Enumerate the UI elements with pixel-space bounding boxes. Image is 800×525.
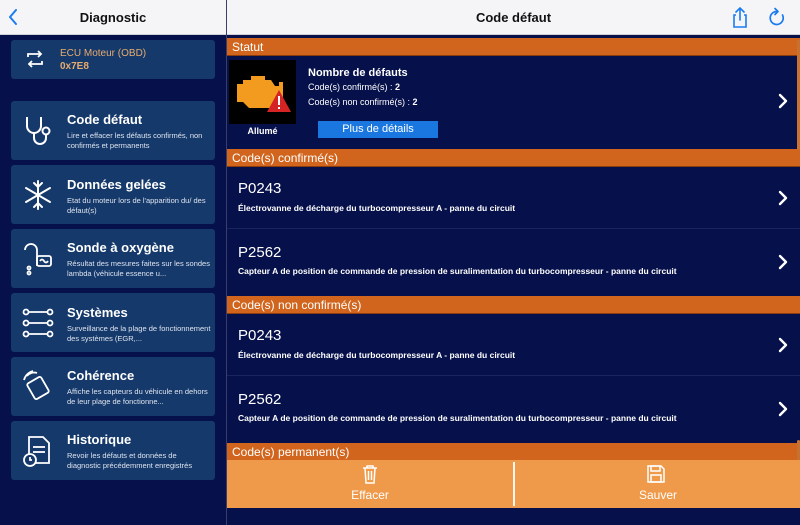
sidebar-item-donnees-gelees[interactable]: Données gelées Etat du moteur lors de l'… — [11, 165, 215, 224]
sidebar-item-title: Systèmes — [67, 305, 128, 320]
history-icon — [23, 436, 50, 467]
clear-button[interactable]: Effacer — [227, 460, 513, 508]
floppy-disk-icon — [647, 465, 665, 483]
section-header-permanent: Code(s) permanent(s) — [227, 443, 800, 461]
sidebar-item-desc: Lire et effacer les défauts confirmés, n… — [67, 131, 203, 150]
engine-lamp-box — [229, 60, 296, 124]
section-title: Statut — [232, 40, 264, 54]
sidebar-item-title: Cohérence — [67, 368, 135, 383]
clear-button-label: Effacer — [351, 488, 389, 502]
section-header-unconfirmed: Code(s) non confirmé(s) — [227, 296, 800, 314]
dtc-description: Électrovanne de décharge du turbocompres… — [238, 203, 516, 213]
sidebar-item-historique[interactable]: Historique Revoir les défauts et données… — [11, 421, 215, 480]
confirmed-count-value: 2 — [395, 82, 401, 92]
sidebar-item-systemes[interactable]: Systèmes Surveillance de la plage de fon… — [11, 293, 215, 352]
section-header-status: Statut — [227, 38, 800, 56]
snowflake-icon — [25, 180, 51, 210]
swap-icon — [27, 50, 43, 68]
sidebar-item-title: Historique — [67, 432, 132, 447]
dtc-code: P2562 — [238, 391, 282, 408]
more-details-button[interactable]: Plus de détails — [318, 121, 438, 138]
bottom-toolbar: Effacer Sauver — [227, 460, 800, 508]
dtc-code: P0243 — [238, 327, 282, 344]
ecu-selector[interactable]: ECU Moteur (OBD) 0x7E8 — [11, 40, 215, 79]
sidebar-item-title: Code défaut — [67, 112, 143, 127]
refresh-icon — [769, 7, 785, 26]
save-button-label: Sauver — [638, 488, 678, 502]
sidebar-title: Diagnostic — [79, 10, 147, 25]
ecu-name: ECU Moteur (OBD) — [60, 48, 147, 59]
dtc-code: P0243 — [238, 180, 282, 197]
dtc-description: Électrovanne de décharge du turbocompres… — [238, 350, 516, 360]
sidebar-item-title: Sonde à oxygène — [67, 240, 174, 255]
sidebar-item-desc: Surveillance de la plage de fonctionneme… — [67, 324, 211, 343]
chevron-right-icon — [778, 254, 788, 270]
chevron-right-icon — [778, 190, 788, 206]
section-title: Code(s) confirmé(s) — [232, 151, 339, 165]
dtc-code: P2562 — [238, 244, 282, 261]
oxygen-sensor-icon — [24, 243, 52, 276]
sidebar-item-code-defaut[interactable]: Code défaut Lire et effacer les défauts … — [11, 101, 215, 160]
sidebar: ECU Moteur (OBD) 0x7E8 Code défaut Lire … — [0, 36, 226, 525]
sidebar-item-coherence[interactable]: Cohérence Affiche les capteurs du véhicu… — [11, 357, 215, 416]
fault-count-title: Nombre de défauts — [308, 67, 408, 79]
share-icon — [733, 6, 747, 28]
check-engine-warning-icon — [237, 76, 291, 112]
dtc-description: Capteur A de position de commande de pre… — [238, 413, 677, 423]
sidebar-item-desc: Résultat des mesures faites sur les sond… — [67, 259, 210, 278]
share-button[interactable] — [730, 6, 750, 29]
sidebar-item-sonde-oxygene[interactable]: Sonde à oxygène Résultat des mesures fai… — [11, 229, 215, 288]
home-indicator-area — [227, 508, 800, 525]
sidebar-item-desc: Revoir les défauts et données de diagnos… — [67, 451, 193, 470]
sidebar-item-desc: Etat du moteur lors de l'apparition du/ … — [67, 196, 206, 215]
chevron-right-icon — [778, 401, 788, 417]
unconfirmed-count-label: Code(s) non confirmé(s) : — [308, 97, 413, 107]
confirmed-code-row[interactable]: P0243 Électrovanne de décharge du turboc… — [227, 168, 800, 228]
confirmed-count-label: Code(s) confirmé(s) : — [308, 82, 396, 92]
confirmed-count-line: Code(s) confirmé(s) : 2 — [308, 82, 400, 92]
main-navbar: Code défaut — [227, 0, 800, 35]
page-title: Code défaut — [475, 10, 552, 25]
sidebar-item-title: Données gelées — [67, 177, 166, 192]
dtc-description: Capteur A de position de commande de pre… — [238, 266, 677, 276]
chevron-right-icon — [778, 337, 788, 353]
trash-icon — [363, 465, 377, 484]
sidebar-item-desc: Affiche les capteurs du véhicule en deho… — [67, 387, 208, 406]
ecu-address: 0x7E8 — [60, 61, 89, 72]
save-button[interactable]: Sauver — [515, 460, 800, 508]
section-header-confirmed: Code(s) confirmé(s) — [227, 149, 800, 167]
coherence-icon — [23, 370, 50, 400]
unconfirmed-code-row[interactable]: P0243 Électrovanne de décharge du turboc… — [227, 315, 800, 375]
confirmed-code-row[interactable]: P2562 Capteur A de position de commande … — [227, 229, 800, 293]
sidebar-navbar: Diagnostic — [0, 0, 226, 35]
unconfirmed-count-line: Code(s) non confirmé(s) : 2 — [308, 97, 418, 107]
refresh-button[interactable] — [767, 7, 787, 29]
unconfirmed-count-value: 2 — [412, 97, 418, 107]
systems-icon — [22, 308, 54, 338]
lamp-status-label: Allumé — [247, 126, 278, 136]
unconfirmed-code-row[interactable]: P2562 Capteur A de position de commande … — [227, 376, 800, 440]
section-title: Code(s) non confirmé(s) — [232, 298, 362, 312]
stethoscope-icon — [26, 117, 51, 145]
chevron-right-icon — [778, 93, 788, 109]
section-title: Code(s) permanent(s) — [232, 445, 350, 459]
main-content: Statut Allumé Nombre de défauts Code(s) … — [227, 36, 800, 525]
status-row[interactable]: Allumé Nombre de défauts Code(s) confirm… — [227, 57, 800, 146]
